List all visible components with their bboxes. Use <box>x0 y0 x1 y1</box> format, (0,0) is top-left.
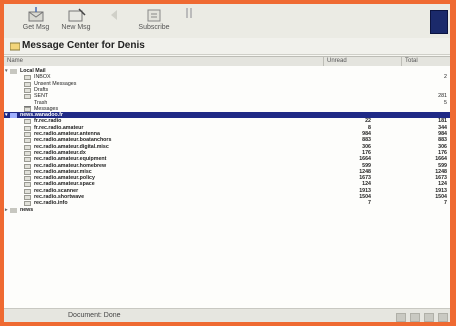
expand-twisty-icon[interactable]: ▸ <box>5 207 9 212</box>
folder-row-account[interactable]: ▸ news <box>4 207 450 213</box>
folder-icon <box>24 163 31 169</box>
new-message-icon <box>68 8 86 22</box>
toolbar: Get Msg New Msg Subscribe <box>4 4 450 39</box>
status-progress-icon <box>424 313 434 322</box>
folder-icon <box>24 182 31 188</box>
collapse-twisty-icon[interactable]: ▾ <box>5 113 9 118</box>
folder-icon <box>24 169 31 175</box>
column-header-name[interactable]: Name <box>4 57 324 66</box>
reply-button[interactable] <box>96 7 136 37</box>
folder-icon <box>24 176 31 182</box>
folder-icon <box>24 144 31 150</box>
folder-icon <box>24 157 31 163</box>
page-title: Message Center for Denis <box>22 40 145 51</box>
status-bar: Document: Done <box>4 308 450 322</box>
folder-icon <box>24 195 31 200</box>
reply-icon <box>111 10 117 20</box>
browser-logo-icon <box>430 10 448 34</box>
folder-icon <box>24 150 31 156</box>
stop-icon <box>186 8 192 18</box>
folder-icon <box>24 188 31 194</box>
folder-icon <box>24 138 31 144</box>
outer-frame: Get Msg New Msg Subscribe Message Center… <box>0 0 456 326</box>
column-header-unread[interactable]: Unread <box>324 57 402 66</box>
folder-icon <box>24 94 31 100</box>
server-icon <box>10 69 17 74</box>
folder-icon <box>24 125 31 131</box>
subscribe-label: Subscribe <box>138 24 170 31</box>
status-security-icon <box>410 313 420 322</box>
status-text: Document: Done <box>68 312 121 319</box>
stop-button[interactable] <box>169 7 209 37</box>
subscribe-icon <box>147 9 161 22</box>
new-message-label: New Msg <box>61 24 91 31</box>
collapse-twisty-icon[interactable]: ▾ <box>5 69 9 74</box>
folder-icon <box>24 106 31 112</box>
new-message-button[interactable]: New Msg <box>56 7 96 37</box>
folder-icon <box>24 81 31 87</box>
folder-icon <box>24 132 31 137</box>
get-messages-icon <box>28 7 44 22</box>
status-offline-icon <box>396 313 406 322</box>
status-resize-icon <box>438 313 448 322</box>
mail-window: Get Msg New Msg Subscribe Message Center… <box>4 4 450 322</box>
title-bar: Message Center for Denis <box>4 38 450 55</box>
folder-name: news <box>20 206 34 213</box>
folder-list: ▾ Local Mail INBOX 2 Unsent Messages Drafts SE… <box>4 66 450 308</box>
server-icon <box>10 207 17 213</box>
mail-folder-icon <box>10 42 20 51</box>
folder-icon <box>24 119 31 125</box>
column-header-total[interactable]: Total <box>402 57 450 66</box>
server-icon <box>10 113 17 119</box>
get-messages-label: Get Msg <box>22 24 50 31</box>
get-messages-button[interactable]: Get Msg <box>16 7 56 37</box>
subscribe-button[interactable]: Subscribe <box>134 7 174 37</box>
folder-icon <box>24 75 31 81</box>
folder-icon <box>24 201 31 207</box>
folder-icon <box>24 87 31 93</box>
